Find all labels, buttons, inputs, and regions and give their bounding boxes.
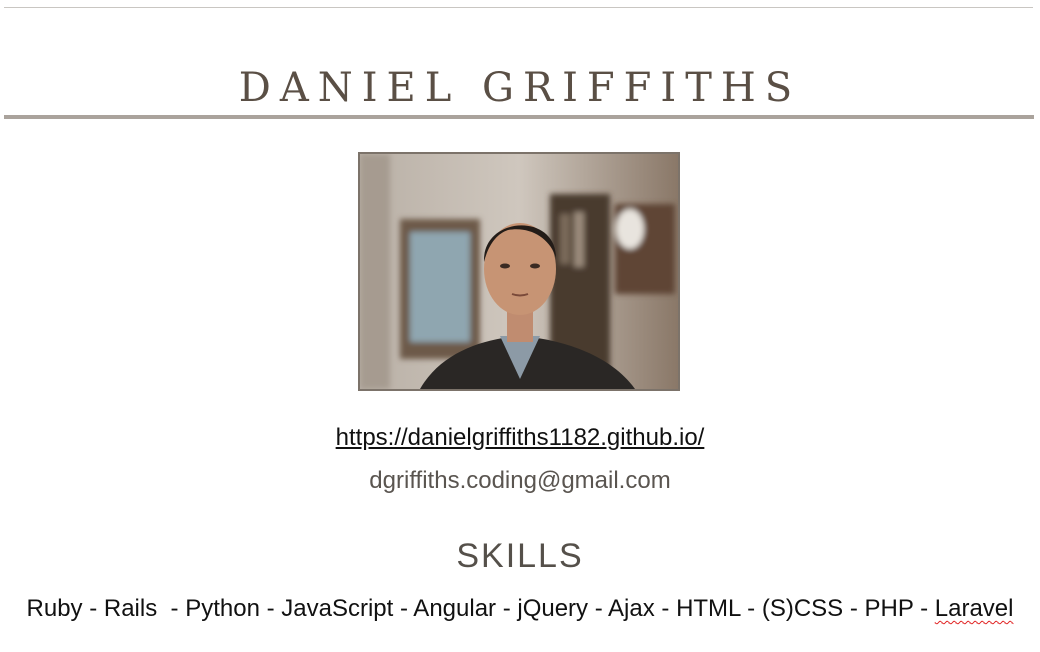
email-address: dgriffiths.coding@gmail.com xyxy=(369,467,671,494)
top-divider xyxy=(4,7,1033,8)
website-link[interactable]: https://danielgriffiths1182.github.io/ xyxy=(0,424,1040,452)
profile-photo xyxy=(358,152,680,391)
skills-list: Ruby - Rails - Python - JavaScript - Ang… xyxy=(0,595,1040,623)
skills-list-text: Ruby - Rails - Python - JavaScript - Ang… xyxy=(26,595,935,622)
profile-photo-graphic xyxy=(360,154,678,389)
header-divider xyxy=(4,115,1034,119)
skills-heading: SKILLS xyxy=(456,537,584,575)
page-title: DANIEL GRIFFITHS xyxy=(238,64,802,111)
skills-last-item: Laravel xyxy=(934,595,1014,622)
